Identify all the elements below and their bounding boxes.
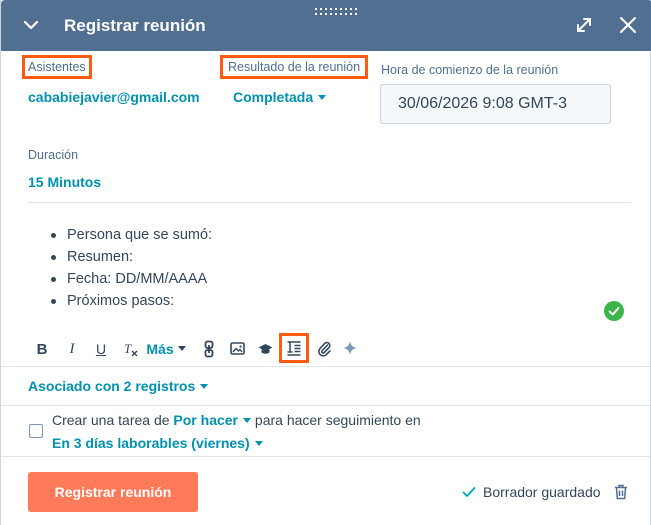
task-prefix: Crear una tarea de [52, 412, 170, 428]
task-due-dropdown[interactable]: En 3 días laborables (viernes) [52, 434, 263, 452]
association-label: Asociado con 2 registros [28, 378, 196, 394]
draft-status: Borrador guardado [462, 483, 601, 501]
log-meeting-button[interactable]: Registrar reunión [28, 472, 198, 512]
snippets-button[interactable] [279, 333, 309, 363]
divider [1, 456, 651, 457]
svg-text:T: T [124, 341, 132, 356]
outcome-dropdown[interactable]: Completada [233, 88, 327, 106]
underline-button[interactable]: U [93, 338, 109, 360]
close-icon[interactable] [619, 16, 637, 34]
ai-sparkle-icon[interactable] [343, 341, 357, 355]
knowledge-base-icon[interactable] [258, 343, 273, 355]
notes-item: Persona que se sumó: [49, 224, 589, 246]
more-label: Más [146, 341, 174, 357]
divider [1, 366, 651, 367]
associations-dropdown[interactable]: Asociado con 2 registros [28, 377, 209, 395]
start-time-label: Hora de comienzo de la reunión [381, 63, 559, 77]
italic-button[interactable]: I [64, 338, 80, 360]
chevron-down-icon[interactable] [21, 15, 41, 35]
notes-item: Fecha: DD/MM/AAAA [49, 268, 589, 290]
duration-dropdown[interactable]: 15 Minutos [28, 173, 101, 191]
notes-item: Resumen: [49, 246, 589, 268]
clear-format-icon[interactable]: T [123, 341, 139, 357]
notes-editor[interactable]: Persona que se sumó: Resumen: Fecha: DD/… [49, 224, 589, 312]
task-sentence: Crear una tarea de Por hacer para hacer … [52, 411, 421, 429]
log-meeting-dialog: Registrar reunión Asistentes cababiejavi… [0, 0, 651, 525]
caret-down-icon [200, 383, 209, 389]
image-icon[interactable] [230, 342, 245, 355]
start-time-value: 30/06/2026 9:08 GMT-3 [398, 95, 567, 112]
outcome-label: Resultado de la reunión [219, 55, 369, 79]
duration-label: Duración [28, 148, 79, 162]
bold-button[interactable]: B [34, 338, 50, 360]
expand-icon[interactable] [575, 16, 593, 34]
caret-down-icon [243, 417, 252, 423]
trash-icon[interactable] [614, 484, 628, 500]
task-due-value: En 3 días laborables (viernes) [52, 435, 250, 451]
task-type-dropdown[interactable]: Por hacer [173, 412, 252, 428]
dialog-title: Registrar reunión [64, 16, 206, 35]
attendees-value: cababiejavier@gmail.com [28, 89, 200, 105]
more-formatting-dropdown[interactable]: Más [146, 338, 186, 360]
caret-down-icon [177, 345, 186, 351]
drag-handle-icon[interactable] [315, 7, 359, 17]
outcome-value: Completada [233, 89, 314, 105]
task-type-value: Por hacer [173, 412, 239, 428]
divider [28, 202, 631, 203]
attendees-label: Asistentes [22, 55, 92, 79]
draft-status-text: Borrador guardado [483, 484, 601, 500]
caret-down-icon [254, 440, 263, 446]
divider [1, 405, 651, 406]
notes-item: Próximos pasos: [49, 290, 589, 312]
check-icon [462, 487, 476, 497]
link-icon[interactable] [203, 340, 215, 358]
snippets-icon [287, 341, 301, 356]
task-suffix: para hacer seguimiento en [254, 412, 421, 428]
attendees-dropdown[interactable]: cababiejavier@gmail.com [28, 88, 200, 106]
grammar-check-icon[interactable] [604, 301, 624, 321]
start-time-input[interactable]: 30/06/2026 9:08 GMT-3 [380, 84, 611, 124]
duration-value: 15 Minutos [28, 174, 102, 190]
attachment-icon[interactable] [318, 340, 331, 357]
caret-down-icon [318, 94, 327, 100]
create-task-checkbox[interactable] [29, 424, 43, 438]
dialog-header: Registrar reunión [1, 0, 651, 51]
